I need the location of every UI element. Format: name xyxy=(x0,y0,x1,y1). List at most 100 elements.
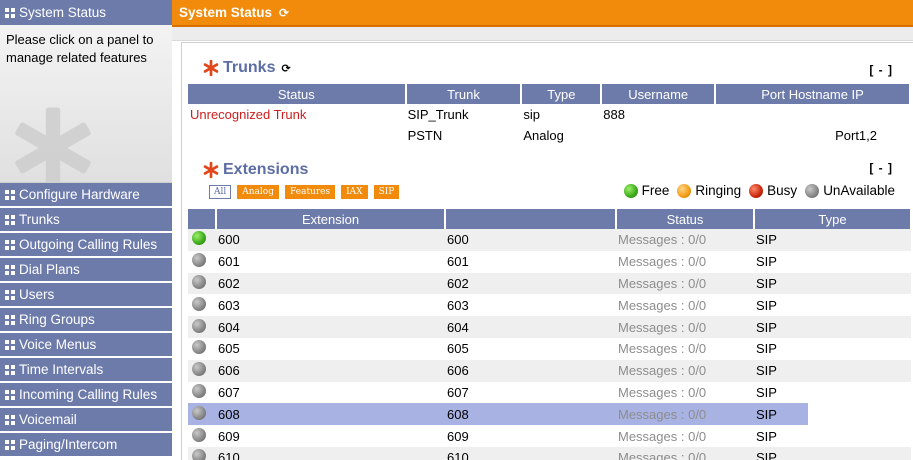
unavailable-status-icon xyxy=(805,183,820,198)
grid-icon xyxy=(5,189,15,200)
unavailable-status-icon xyxy=(192,296,206,311)
filter-analog[interactable]: Analog xyxy=(237,185,279,199)
extension-name-cell: 609 xyxy=(447,428,469,444)
column-header-type: Type xyxy=(521,84,603,104)
filter-features[interactable]: Features xyxy=(285,185,336,199)
trunk-type-cell: Analog xyxy=(523,128,564,143)
free-status-icon xyxy=(623,183,638,198)
table-row[interactable]: 601 601 Messages : 0/0 SIP xyxy=(188,251,911,273)
extension-name-cell: 605 xyxy=(447,341,469,357)
table-row[interactable]: 607 607 Messages : 0/0 SIP xyxy=(188,382,911,404)
row-spacer-cell xyxy=(808,251,911,273)
sidebar-item-label: Time Intervals xyxy=(19,362,104,377)
trunk-trunk-cell: PSTN xyxy=(407,128,443,143)
asterisk-icon xyxy=(203,59,219,77)
extensions-table: Extension Status Type 600 600 Messages : 0… xyxy=(188,209,912,460)
sidebar-item-configure-hardware[interactable]: Configure Hardware xyxy=(0,183,172,206)
trunks-collapse-toggle[interactable]: [ - ] xyxy=(869,63,893,77)
toolbar-strip xyxy=(172,27,913,41)
sidebar-item-label: Paging/Intercom xyxy=(19,437,118,452)
unavailable-status-icon xyxy=(192,427,206,442)
table-row[interactable]: 610 610 Messages : 0/0 SIP xyxy=(188,446,911,460)
extension-type-cell: SIP xyxy=(756,341,777,357)
table-row[interactable]: 608 608 Messages : 0/0 SIP xyxy=(188,403,911,426)
table-row[interactable]: Unrecognized Trunk SIP_Trunk sip 888 xyxy=(188,104,910,125)
extension-number-cell: 607 xyxy=(218,384,240,400)
sidebar-item-dial-plans[interactable]: Dial Plans xyxy=(0,258,172,281)
sidebar-item-label: System Status xyxy=(19,5,107,20)
status-indicator-cell xyxy=(188,403,216,426)
extension-type-cell: SIP xyxy=(756,428,777,444)
table-row[interactable]: 606 606 Messages : 0/0 SIP xyxy=(188,359,911,382)
refresh-icon[interactable]: ⟳ xyxy=(279,6,289,20)
table-row[interactable]: 603 603 Messages : 0/0 SIP xyxy=(188,294,911,316)
table-row[interactable]: 600 600 Messages : 0/0 SIP xyxy=(188,229,911,251)
trunk-trunk-cell: SIP_Trunk xyxy=(407,107,469,122)
refresh-icon[interactable]: ⟳ xyxy=(281,62,290,75)
unavailable-status-icon xyxy=(192,405,206,420)
extension-type-cell: SIP xyxy=(754,272,808,295)
trunk-username-cell: 888 xyxy=(603,107,625,122)
sidebar-item-outgoing-calling-rules[interactable]: Outgoing Calling Rules xyxy=(0,233,172,256)
sidebar-item-voicemail[interactable]: Voicemail xyxy=(0,408,172,431)
sidebar-item-label: Trunks xyxy=(19,212,60,227)
row-spacer-cell xyxy=(808,425,911,447)
extension-type-cell: SIP xyxy=(754,359,808,382)
trunk-type-cell: sip xyxy=(523,107,541,122)
trunks-section-header: Trunks ⟳ xyxy=(202,59,291,77)
filter-sip[interactable]: SIP xyxy=(373,185,400,199)
extension-status-cell: Messages : 0/0 xyxy=(616,359,754,382)
unavailable-status-icon xyxy=(192,340,206,355)
legend-label: UnAvailable xyxy=(823,183,895,198)
extension-type-cell: SIP xyxy=(754,316,808,338)
sidebar-item-label: Voice Menus xyxy=(19,337,97,352)
table-row[interactable]: PSTN Analog Port1,2 xyxy=(188,125,910,146)
extension-number-cell: 610 xyxy=(216,446,445,460)
extension-name-cell: 606 xyxy=(445,359,616,382)
extension-type-cell: SIP xyxy=(754,403,808,426)
ringing-status-icon xyxy=(677,183,692,198)
extension-name-cell: 602 xyxy=(445,272,616,295)
extension-status-cell: Messages : 0/0 xyxy=(616,272,754,295)
row-spacer-cell xyxy=(808,403,911,426)
extension-status-cell: Messages : 0/0 xyxy=(616,229,754,251)
column-header-trunk: Trunk xyxy=(405,84,523,104)
status-indicator-cell xyxy=(188,338,216,360)
grid-icon xyxy=(5,364,15,375)
sidebar-item-ring-groups[interactable]: Ring Groups xyxy=(0,308,172,331)
extension-number-cell: 603 xyxy=(218,297,240,313)
column-header-type: Type xyxy=(754,209,912,229)
sidebar-item-trunks[interactable]: Trunks xyxy=(0,208,172,231)
extensions-collapse-toggle[interactable]: [ - ] xyxy=(869,161,893,175)
grid-icon xyxy=(5,439,15,450)
unavailable-status-icon xyxy=(192,449,206,460)
filter-all[interactable]: All xyxy=(209,185,232,199)
extension-name-cell: 603 xyxy=(447,297,469,313)
grid-icon xyxy=(5,414,15,425)
sidebar-item-paging-intercom[interactable]: Paging/Intercom xyxy=(0,433,172,456)
table-row[interactable]: 605 605 Messages : 0/0 SIP xyxy=(188,338,911,360)
sidebar-item-label: Outgoing Calling Rules xyxy=(19,237,158,252)
legend-label: Ringing xyxy=(695,183,742,198)
sidebar-item-label: Voicemail xyxy=(19,412,77,427)
sidebar-item-system-status[interactable]: System Status xyxy=(0,0,172,25)
sidebar-item-label: Ring Groups xyxy=(19,312,95,327)
extensions-section-header: Extensions xyxy=(202,161,308,179)
unavailable-status-icon xyxy=(192,253,206,268)
filter-iax[interactable]: IAX xyxy=(341,185,368,199)
table-row[interactable]: 604 604 Messages : 0/0 SIP xyxy=(188,316,911,338)
sidebar-item-incoming-calling-rules[interactable]: Incoming Calling Rules xyxy=(0,383,172,406)
sidebar-item-voice-menus[interactable]: Voice Menus xyxy=(0,333,172,356)
unavailable-status-icon xyxy=(192,274,206,289)
sidebar-item-label: Configure Hardware xyxy=(19,187,140,202)
trunk-port-cell: Port1,2 xyxy=(835,128,878,143)
sidebar-panel-text: Please click on a panel to manage relate… xyxy=(6,32,154,65)
extension-status-cell: Messages : 0/0 xyxy=(616,403,754,426)
sidebar-item-users[interactable]: Users xyxy=(0,283,172,306)
row-spacer-cell xyxy=(808,272,911,295)
table-row[interactable]: 602 602 Messages : 0/0 SIP xyxy=(188,272,911,295)
sidebar-item-time-intervals[interactable]: Time Intervals xyxy=(0,358,172,381)
extension-status-cell: Messages : 0/0 xyxy=(618,341,707,357)
table-row[interactable]: 609 609 Messages : 0/0 SIP xyxy=(188,425,911,447)
unavailable-status-icon xyxy=(192,362,206,377)
